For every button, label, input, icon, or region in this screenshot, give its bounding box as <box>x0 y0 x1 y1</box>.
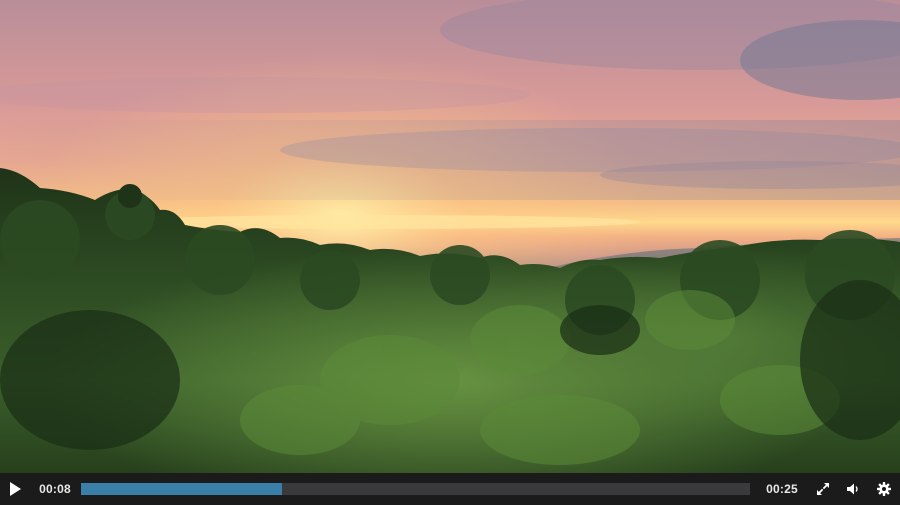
volume-icon <box>847 483 858 495</box>
progress-bar[interactable] <box>81 483 750 495</box>
volume-button[interactable] <box>838 473 868 505</box>
video-scene <box>0 0 900 473</box>
fullscreen-icon <box>816 482 830 496</box>
current-time: 00:08 <box>39 482 71 496</box>
gear-icon <box>877 482 891 496</box>
control-bar: 00:08 00:25 <box>0 473 900 505</box>
progress-fill <box>81 483 282 495</box>
play-button[interactable] <box>0 473 30 505</box>
settings-button[interactable] <box>868 473 900 505</box>
duration-time: 00:25 <box>766 482 798 496</box>
play-icon <box>10 482 21 496</box>
video-frame[interactable] <box>0 0 900 473</box>
fullscreen-button[interactable] <box>808 473 838 505</box>
video-player: 00:08 00:25 <box>0 0 900 505</box>
